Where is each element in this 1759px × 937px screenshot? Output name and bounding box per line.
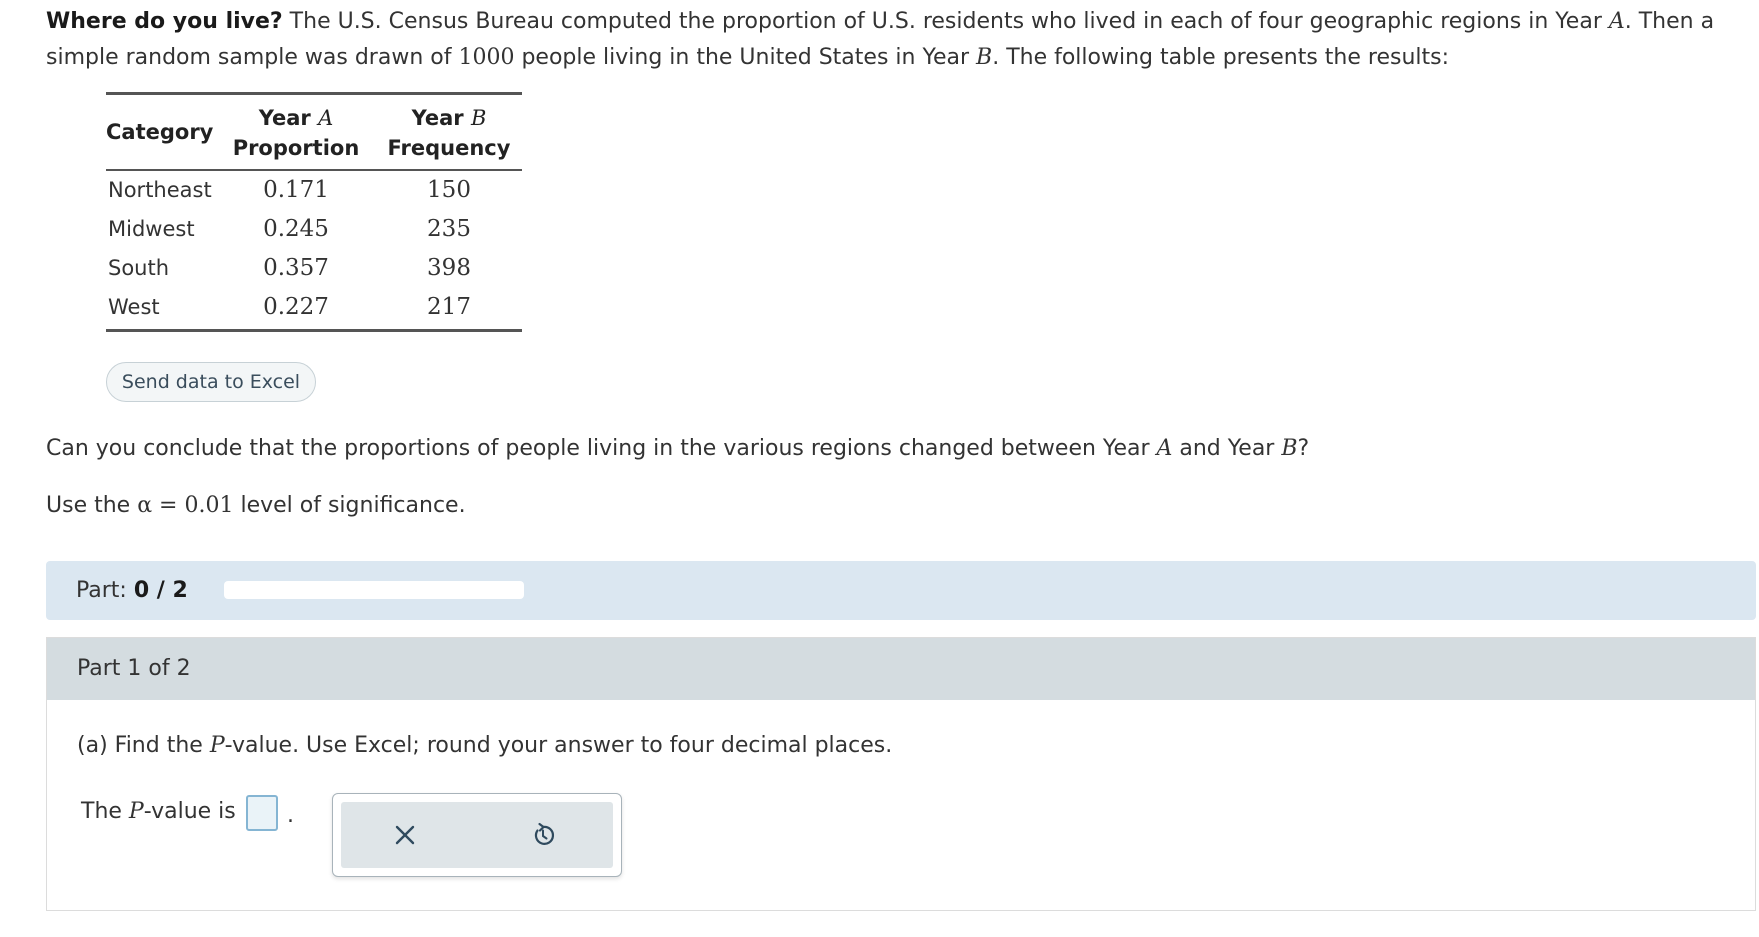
alpha-symbol: α bbox=[137, 493, 153, 518]
progress-track bbox=[224, 581, 524, 599]
cell-proportion: 0.245 bbox=[263, 216, 329, 242]
part-label-text: Part: bbox=[76, 578, 134, 603]
year-b-variable: B bbox=[1281, 436, 1298, 461]
clear-button[interactable] bbox=[387, 817, 423, 853]
header-year-a: Year A Proportion bbox=[226, 103, 366, 163]
part-progress-label: Part: 0 / 2 bbox=[76, 561, 188, 620]
table-body: Northeast 0.171 150 Midwest 0.245 235 So… bbox=[106, 171, 522, 329]
header-year-a-var: A bbox=[318, 106, 334, 130]
cell-category: Midwest bbox=[108, 217, 195, 241]
part-question-text: -value. Use Excel; round your answer to … bbox=[224, 733, 893, 758]
cell-category: South bbox=[108, 256, 170, 280]
intro-text: . The following table presents the resul… bbox=[992, 45, 1450, 70]
table-row: South 0.357 398 bbox=[106, 249, 522, 288]
p-value-input[interactable] bbox=[246, 795, 278, 831]
header-year-b-label: Year bbox=[411, 106, 464, 130]
header-category: Category bbox=[106, 120, 214, 144]
part-progress-bar: Part: 0 / 2 bbox=[46, 561, 1756, 620]
answer-label-text: -value is bbox=[143, 799, 236, 824]
part-progress-value: 0 / 2 bbox=[133, 578, 188, 603]
table-row: Midwest 0.245 235 bbox=[106, 210, 522, 249]
question-part: Can you conclude that the proportions of… bbox=[46, 436, 1157, 461]
close-icon bbox=[395, 825, 415, 845]
p-variable: P bbox=[128, 799, 144, 824]
year-a-variable: A bbox=[1156, 436, 1173, 461]
cell-frequency: 217 bbox=[427, 294, 471, 320]
year-a-variable: A bbox=[1608, 9, 1625, 34]
cell-frequency: 150 bbox=[427, 177, 471, 203]
significance-part: level of significance. bbox=[233, 493, 466, 518]
question-part: and Year bbox=[1172, 436, 1282, 461]
significance-text: Use the α = 0.01 level of significance. bbox=[46, 490, 466, 522]
undo-icon bbox=[534, 822, 555, 845]
data-table: Category Year A Proportion Year B Freque… bbox=[106, 92, 522, 332]
part-card: Part 1 of 2 (a) Find the P-value. Use Ex… bbox=[46, 637, 1756, 911]
equals-sign: = bbox=[152, 493, 185, 518]
intro-text: The U.S. Census Bureau computed the prop… bbox=[282, 9, 1609, 34]
table-bottom-rule bbox=[106, 329, 522, 332]
cell-proportion: 0.171 bbox=[263, 177, 329, 203]
cell-category: West bbox=[108, 295, 160, 319]
header-year-b-var: B bbox=[470, 106, 487, 130]
cell-proportion: 0.357 bbox=[263, 255, 329, 281]
question-text: Can you conclude that the proportions of… bbox=[46, 433, 1309, 465]
header-frequency: Frequency bbox=[387, 136, 511, 160]
header-proportion: Proportion bbox=[232, 136, 360, 160]
part-header: Part 1 of 2 bbox=[47, 638, 1755, 700]
send-to-excel-button[interactable]: Send data to Excel bbox=[106, 362, 316, 402]
cell-category: Northeast bbox=[108, 178, 212, 202]
significance-part: Use the bbox=[46, 493, 138, 518]
answer-tools-panel bbox=[332, 793, 622, 877]
answer-label: The P-value is bbox=[81, 794, 236, 830]
undo-button[interactable] bbox=[525, 817, 561, 853]
cell-frequency: 235 bbox=[427, 216, 471, 242]
answer-label-text: The bbox=[81, 799, 129, 824]
year-b-variable: B bbox=[976, 45, 993, 70]
cell-frequency: 398 bbox=[427, 255, 471, 281]
question-part: ? bbox=[1297, 436, 1310, 461]
part-question-text: (a) Find the bbox=[77, 733, 210, 758]
table-header: Category Year A Proportion Year B Freque… bbox=[106, 95, 522, 169]
answer-period: . bbox=[287, 803, 294, 828]
answer-tools-inner bbox=[341, 802, 613, 868]
table-row: West 0.227 217 bbox=[106, 288, 522, 327]
sample-size: 1000 bbox=[458, 45, 515, 70]
part-question: (a) Find the P-value. Use Excel; round y… bbox=[77, 730, 892, 762]
p-variable: P bbox=[209, 733, 225, 758]
header-year-b: Year B Frequency bbox=[376, 103, 522, 163]
table-row: Northeast 0.171 150 bbox=[106, 171, 522, 210]
cell-proportion: 0.227 bbox=[263, 294, 329, 320]
part-header-label: Part 1 of 2 bbox=[77, 656, 191, 681]
problem-title: Where do you live? bbox=[46, 9, 283, 34]
header-year-a-label: Year bbox=[258, 106, 311, 130]
problem-statement: Where do you live? The U.S. Census Burea… bbox=[46, 4, 1746, 76]
alpha-value: 0.01 bbox=[184, 493, 234, 518]
intro-text: people living in the United States in Ye… bbox=[514, 45, 977, 70]
